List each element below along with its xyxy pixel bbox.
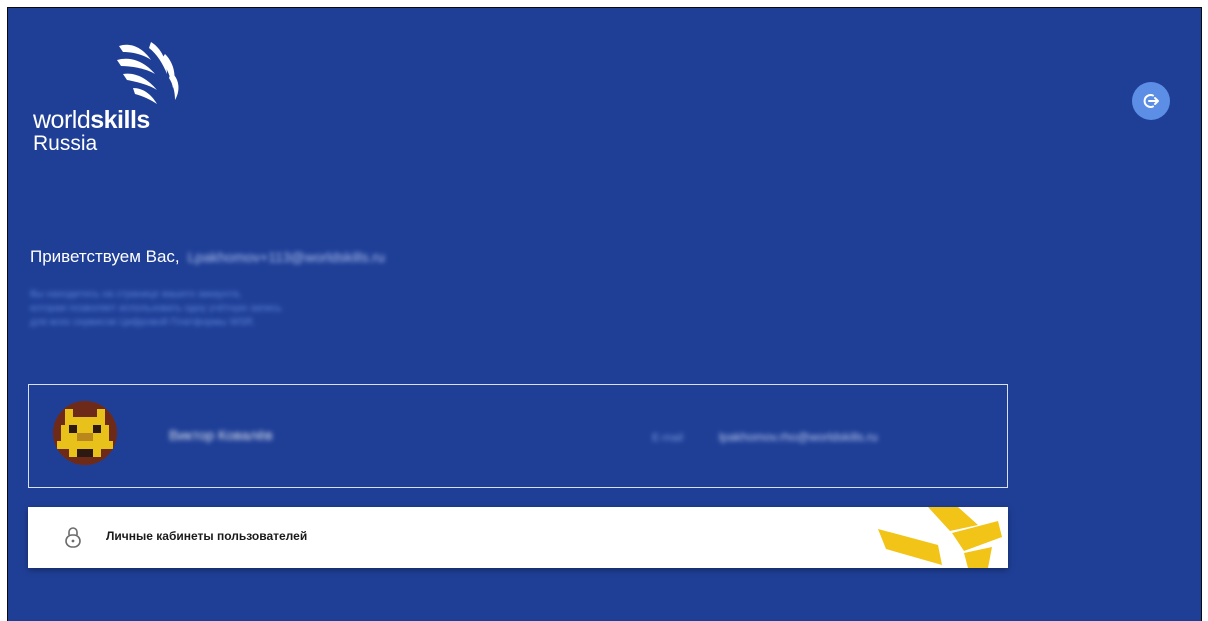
logout-button[interactable] [1132, 82, 1170, 120]
logo-world: world [33, 106, 91, 134]
worldskills-hand-icon [117, 42, 179, 104]
logout-icon [1143, 94, 1159, 108]
intro-text: Вы находитесь на странице вашего аккаунт… [30, 288, 450, 330]
email-label: E-mail [652, 432, 684, 444]
account-page: worldskills Russia Приветствуем Вас, Lpa… [7, 7, 1202, 621]
pixel-avatar-icon [53, 401, 117, 465]
email-value: lpakhomov.rho@worldskills.ru [719, 430, 878, 444]
lock-icon [65, 527, 81, 548]
avatar[interactable] [53, 401, 117, 465]
intro-line-1: Вы находитесь на странице вашего аккаунт… [30, 289, 242, 300]
cabinets-label: Личные кабинеты пользователей [106, 529, 308, 543]
intro-line-3: для всех сервисов Цифровой Платформы WSR… [30, 317, 256, 328]
decorative-stripes-icon [878, 507, 1002, 568]
logo-text: worldskills Russia [33, 106, 150, 155]
greeting-prefix: Приветствуем Вас, [30, 247, 180, 266]
logo-skills: skills [90, 106, 150, 134]
worldskills-logo[interactable]: worldskills Russia [33, 38, 193, 188]
user-name: Виктор Ковалёв [169, 427, 273, 443]
user-cabinets-card[interactable]: Личные кабинеты пользователей [28, 507, 1008, 568]
logo-country: Russia [33, 132, 98, 155]
profile-card: Виктор Ковалёв E-mail lpakhomov.rho@worl… [28, 384, 1008, 488]
greeting-email: Lpakhomov+113@worldskills.ru [187, 249, 385, 265]
greeting-line: Приветствуем Вас, Lpakhomov+113@worldski… [30, 247, 385, 267]
intro-line-2: которая позволяет использовать одну учёт… [30, 303, 282, 314]
